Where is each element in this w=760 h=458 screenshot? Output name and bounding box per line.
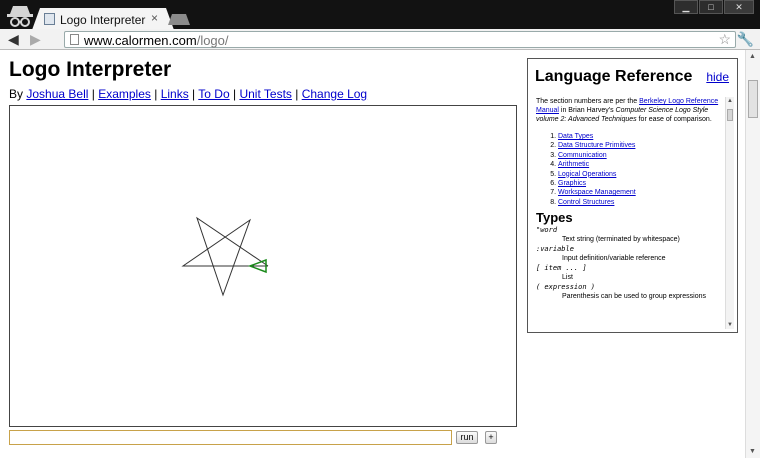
list-item: Control Structures (558, 198, 726, 207)
favicon-icon (44, 13, 55, 25)
type-description: Input definition/variable reference (562, 255, 666, 263)
section-link[interactable]: Control Structures (558, 199, 614, 206)
nav-link-unit-tests[interactable]: Unit Tests (239, 87, 291, 101)
minimize-button[interactable]: ▁ (674, 0, 698, 14)
nav-link-joshua-bell[interactable]: Joshua Bell (26, 87, 88, 101)
star-drawing (181, 216, 269, 297)
url-text: www.calormen.com/logo/ (84, 33, 229, 48)
page-scrollbar[interactable]: ▲ ▼ (745, 50, 760, 458)
nav-link-to-do[interactable]: To Do (198, 87, 229, 101)
page-title: Logo Interpreter (9, 58, 172, 81)
list-item: Workspace Management (558, 188, 726, 197)
hide-link[interactable]: hide (706, 70, 729, 84)
star-icon[interactable]: ☆ (718, 31, 731, 48)
reference-intro: The section numbers are per the Berkeley… (536, 98, 719, 123)
command-input[interactable] (9, 430, 452, 445)
browser-toolbar: ◀ ▶ www.calormen.com/logo/ ☆ 🔧 (0, 29, 760, 50)
section-link[interactable]: Graphics (558, 180, 586, 187)
nav-links: By Joshua Bell | Examples | Links | To D… (9, 87, 368, 101)
nav-link-examples[interactable]: Examples (98, 87, 151, 101)
list-item: Logical Operations (558, 170, 726, 179)
type-description: List (562, 274, 573, 282)
page-icon (70, 34, 79, 45)
reference-scroll-thumb[interactable] (727, 109, 733, 121)
run-button[interactable]: run (456, 431, 478, 444)
list-item: Arithmetic (558, 160, 726, 169)
type-term: "word (536, 226, 558, 235)
type-term: ( expression ) (536, 283, 596, 292)
window-controls: ▁ □ ✕ (673, 0, 754, 14)
types-list: "word Text string (terminated by whitesp… (536, 226, 726, 301)
list-item: Data Types (558, 132, 726, 141)
back-icon[interactable]: ◀ (8, 31, 19, 47)
section-link[interactable]: Workspace Management (558, 189, 636, 196)
tab-close-icon[interactable]: × (151, 11, 158, 25)
type-term: :variable (536, 245, 574, 254)
type-description: Text string (terminated by whitespace) (562, 236, 680, 244)
page-scroll-down-icon[interactable]: ▼ (749, 448, 756, 455)
close-window-button[interactable]: ✕ (724, 0, 754, 14)
list-item: Data Structure Primitives (558, 141, 726, 150)
section-link[interactable]: Communication (558, 152, 607, 159)
list-item: Graphics (558, 179, 726, 188)
section-link[interactable]: Logical Operations (558, 171, 616, 178)
expand-button[interactable]: + (485, 431, 497, 444)
address-bar[interactable]: www.calormen.com/logo/ ☆ (64, 31, 736, 48)
type-term: [ item ... ] (536, 264, 587, 273)
section-list: Data Types Data Structure Primitives Com… (558, 132, 726, 207)
section-link[interactable]: Data Types (558, 133, 593, 140)
section-link[interactable]: Arithmetic (558, 161, 589, 168)
new-tab-button[interactable] (168, 14, 190, 25)
section-link[interactable]: Data Structure Primitives (558, 142, 635, 149)
tab-title: Logo Interpreter (60, 13, 146, 27)
nav-link-links[interactable]: Links (161, 87, 189, 101)
reference-content[interactable]: The section numbers are per the Berkeley… (530, 97, 734, 329)
list-item: Communication (558, 151, 726, 160)
language-reference-panel: Language Reference hide The section numb… (527, 58, 738, 333)
drawing-area (181, 216, 269, 297)
reference-scrollbar[interactable]: ▲ ▼ (725, 97, 734, 329)
types-heading: Types (536, 210, 573, 226)
maximize-button[interactable]: □ (699, 0, 723, 14)
incognito-icon (7, 6, 33, 27)
browser-titlebar: Logo Interpreter × ▁ □ ✕ (0, 0, 760, 29)
type-description: Parenthesis can be used to group express… (562, 293, 706, 301)
scroll-down-icon[interactable]: ▼ (727, 322, 733, 328)
by-label: By (9, 87, 24, 101)
nav-link-change-log[interactable]: Change Log (302, 87, 367, 101)
page-scroll-thumb[interactable] (748, 80, 758, 118)
turtle-canvas[interactable] (9, 105, 517, 427)
page-scroll-up-icon[interactable]: ▲ (749, 53, 756, 60)
scroll-up-icon[interactable]: ▲ (727, 98, 733, 104)
tab-logo-interpreter[interactable]: Logo Interpreter × (32, 8, 174, 30)
forward-icon[interactable]: ▶ (30, 31, 41, 47)
page-viewport: Logo Interpreter By Joshua Bell | Exampl… (0, 50, 760, 458)
reference-heading: Language Reference (535, 68, 693, 85)
wrench-icon[interactable]: 🔧 (737, 31, 754, 48)
